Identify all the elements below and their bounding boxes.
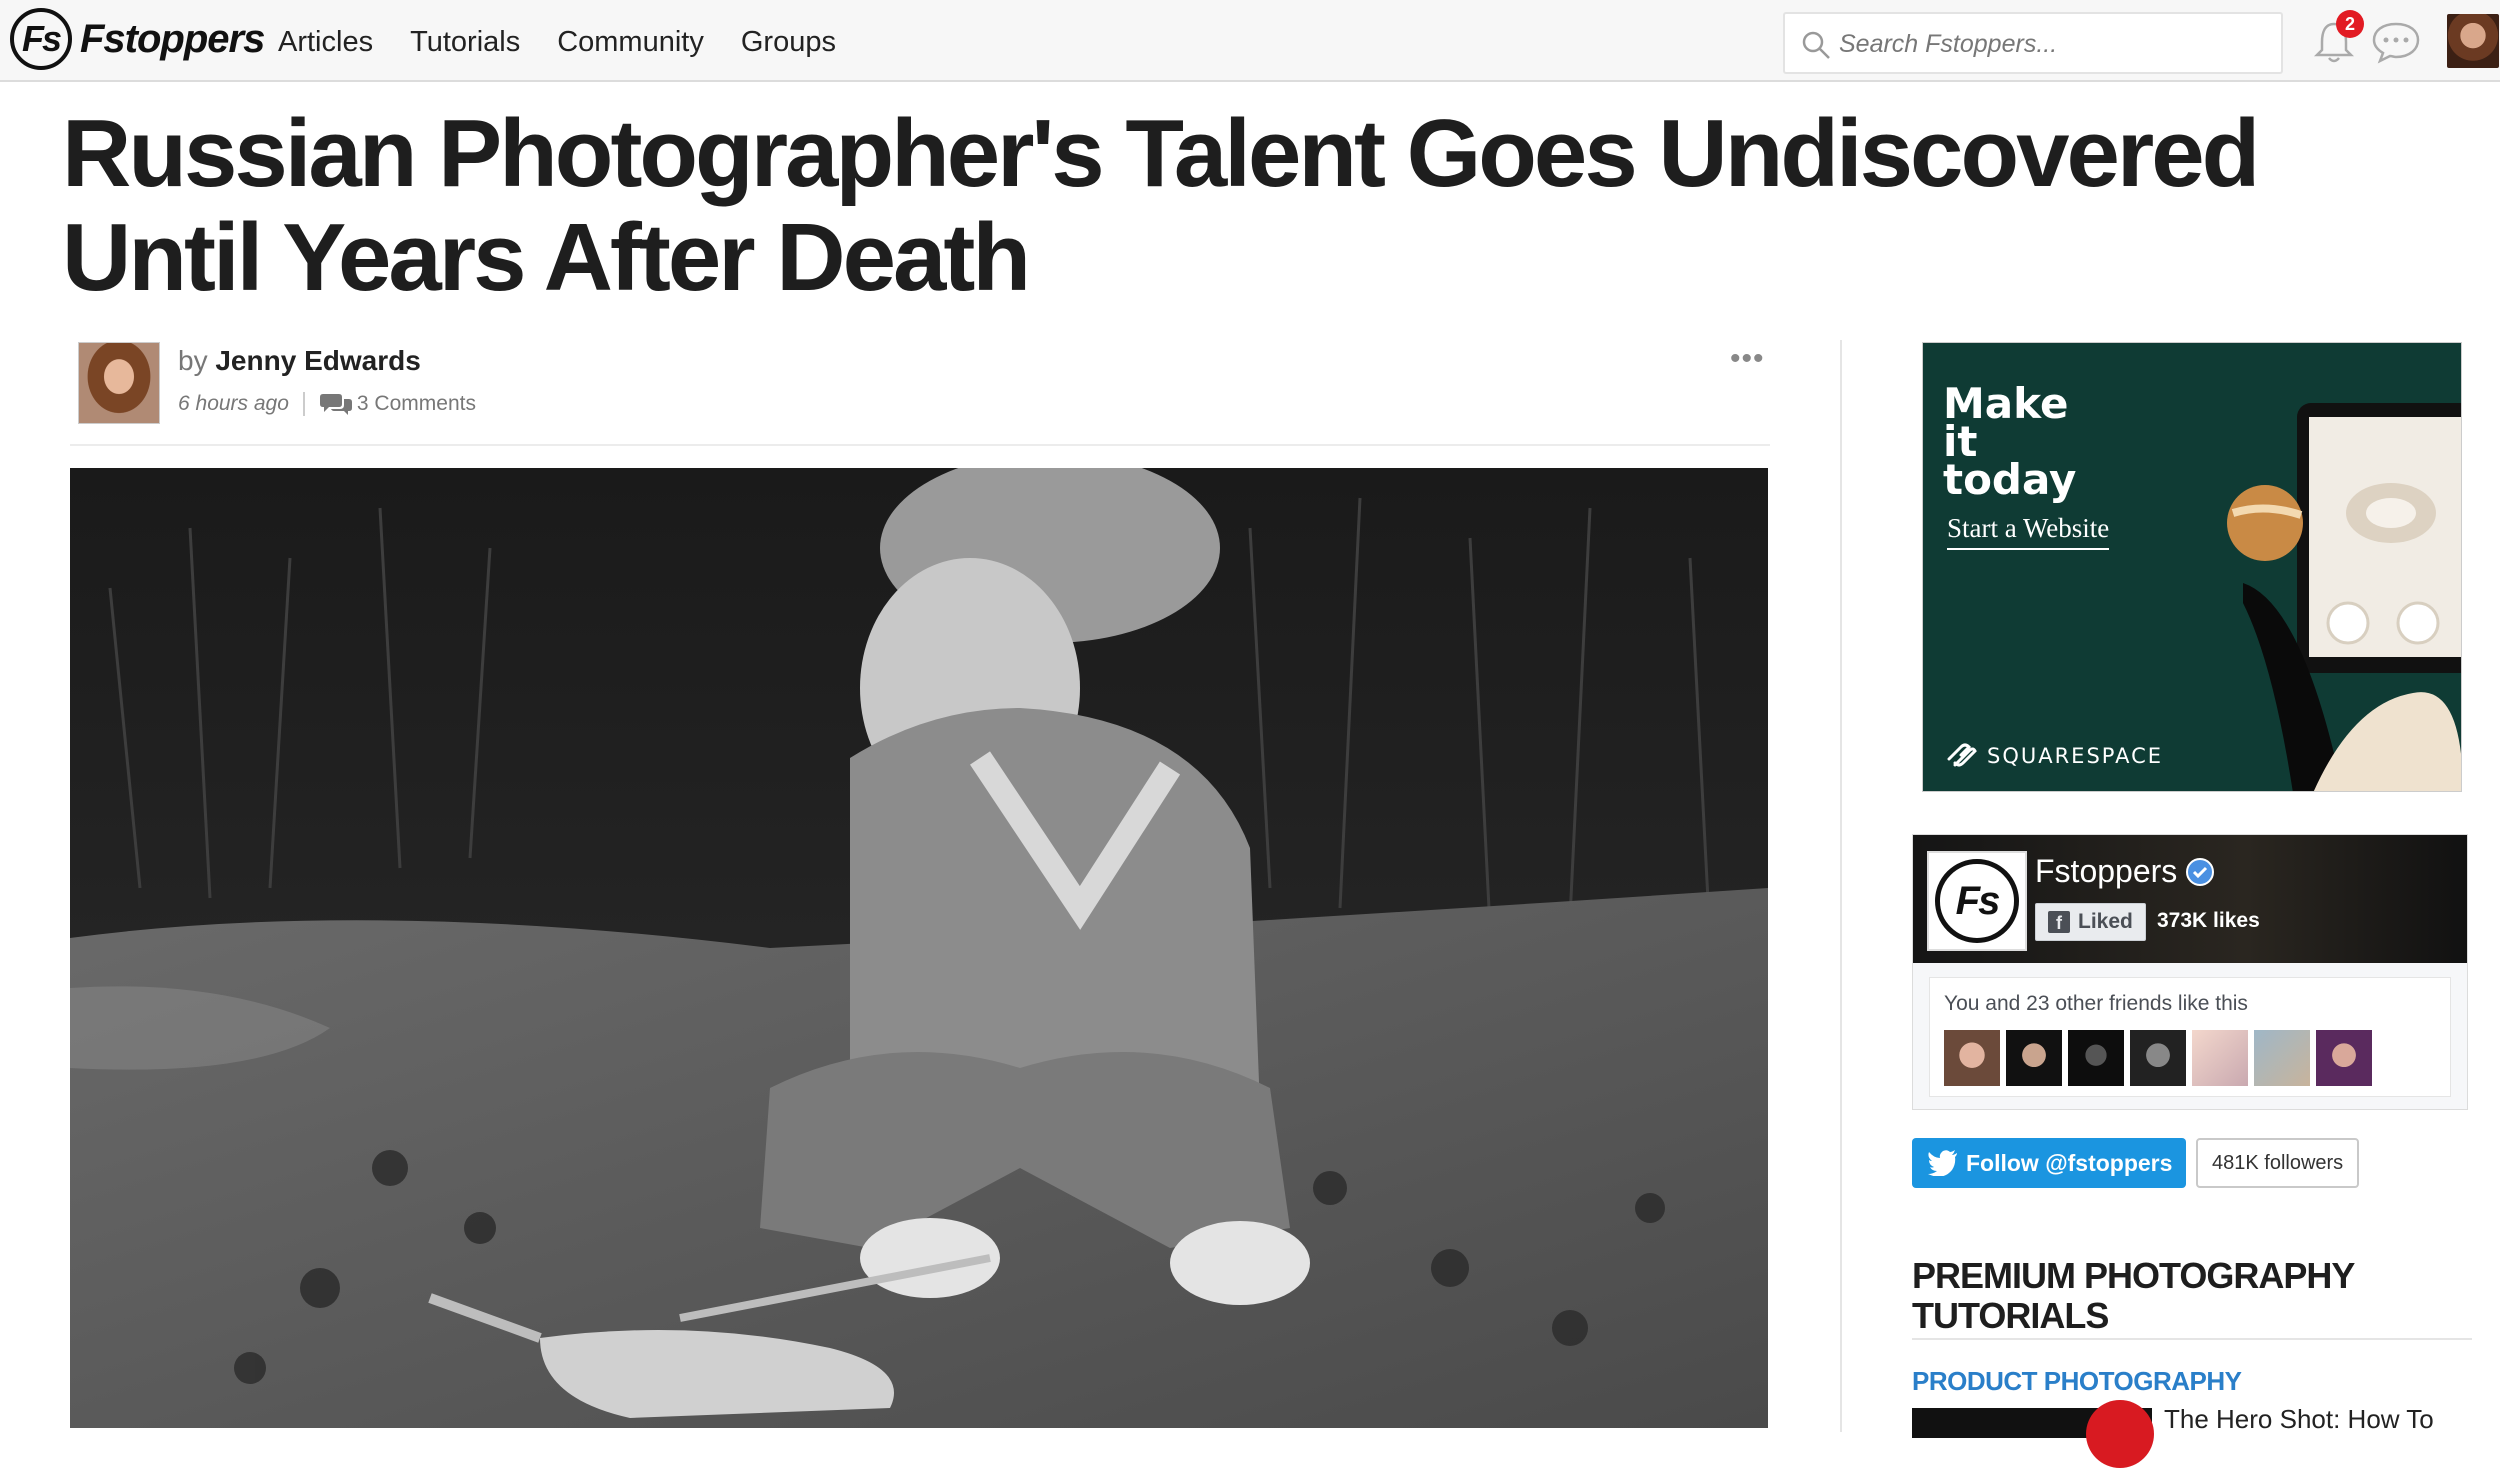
category-link-product-photography[interactable]: PRODUCT PHOTOGRAPHY — [1912, 1366, 2242, 1397]
premium-tutorials-heading: PREMIUM PHOTOGRAPHY TUTORIALS — [1912, 1255, 2355, 1336]
facebook-page-widget: Fs Fstoppers f Liked 373K likes You and … — [1912, 834, 2468, 1110]
chat-bubble-icon[interactable] — [2370, 20, 2422, 64]
fb-logo-mark: Fs — [1935, 859, 2019, 943]
by-label: by — [178, 345, 208, 376]
twitter-follow-button[interactable]: Follow @fstoppers — [1912, 1138, 2186, 1188]
ad-headline: Make it today — [1943, 379, 2077, 504]
facebook-liked-button[interactable]: f Liked — [2035, 903, 2146, 941]
friend-avatar[interactable] — [2254, 1030, 2310, 1086]
comments-link[interactable]: 3 Comments — [357, 392, 476, 416]
verified-check-icon — [2186, 857, 2215, 886]
friend-avatar[interactable] — [2068, 1030, 2124, 1086]
article-hero-image — [70, 468, 1768, 1428]
nav-item-tutorials[interactable]: Tutorials — [410, 26, 520, 59]
article-title: Russian Photographer's Talent Goes Undis… — [62, 100, 2260, 311]
ad-brand-name: SQUARESPACE — [1987, 744, 2164, 768]
article-meta: 6 hours ago 3 Comments — [178, 392, 476, 416]
twitter-follow-label: Follow @fstoppers — [1966, 1149, 2173, 1176]
fb-page-name-text: Fstoppers — [2035, 853, 2178, 889]
meta-divider — [302, 392, 305, 416]
notification-badge: 2 — [2336, 10, 2364, 38]
liked-label: Liked — [2078, 910, 2133, 933]
search-icon[interactable] — [1801, 30, 1831, 60]
ad-brand: SQUARESPACE — [1943, 741, 2163, 771]
friend-avatar[interactable] — [2316, 1030, 2372, 1086]
more-options-button[interactable]: ••• — [1730, 342, 1765, 376]
facebook-f-icon: f — [2048, 911, 2070, 933]
facebook-page-logo[interactable]: Fs — [1927, 851, 2027, 951]
author-name-link[interactable]: Jenny Edwards — [215, 345, 420, 376]
publish-time: 6 hours ago — [178, 392, 289, 415]
twitter-followers-count[interactable]: 481K followers — [2196, 1138, 2360, 1188]
column-divider — [1840, 340, 1842, 1432]
ad-cta-link[interactable]: Start a Website — [1947, 513, 2110, 550]
comments-icon[interactable] — [319, 392, 353, 416]
user-avatar[interactable] — [2447, 14, 2499, 68]
facebook-likes-count: 373K likes — [2157, 909, 2260, 932]
friend-avatar[interactable] — [2006, 1030, 2062, 1086]
friend-avatar[interactable] — [2192, 1030, 2248, 1086]
squarespace-ad[interactable]: Make it today Start a Website SQUARESPAC… — [1922, 342, 2462, 792]
squarespace-logo-icon — [1947, 743, 1977, 767]
twitter-bird-icon — [1928, 1150, 1957, 1176]
hero-photo-child-with-toy-helicopter — [70, 468, 1768, 1428]
friends-like-text: You and 23 other friends like this — [1944, 992, 2248, 1015]
logo-mark: Fs — [10, 8, 72, 70]
new-badge — [2086, 1400, 2154, 1468]
nav-item-articles[interactable]: Articles — [278, 26, 373, 59]
friend-avatar[interactable] — [1944, 1030, 2000, 1086]
facebook-cover[interactable]: Fs Fstoppers f Liked 373K likes — [1913, 835, 2467, 963]
facebook-friends-panel: You and 23 other friends like this — [1929, 977, 2451, 1097]
ad-product-illustration — [2227, 403, 2461, 791]
byline: by Jenny Edwards — [178, 345, 421, 377]
nav-item-groups[interactable]: Groups — [741, 26, 836, 59]
divider — [70, 444, 1770, 446]
site-logo[interactable]: Fs Fstoppers — [10, 8, 265, 70]
friend-avatar[interactable] — [2130, 1030, 2186, 1086]
search-box — [1783, 12, 2283, 74]
tutorial-title-link[interactable]: The Hero Shot: How To — [2164, 1404, 2434, 1435]
main-nav: Articles Tutorials Community Groups — [278, 26, 873, 59]
divider — [1912, 1338, 2472, 1340]
logo-text: Fstoppers — [80, 16, 265, 61]
friend-faces — [1944, 1030, 2378, 1086]
author-avatar[interactable] — [78, 342, 160, 424]
search-input[interactable] — [1839, 26, 2259, 62]
facebook-page-name[interactable]: Fstoppers — [2035, 853, 2215, 890]
nav-item-community[interactable]: Community — [557, 26, 704, 59]
top-navigation-bar: Fs Fstoppers Articles Tutorials Communit… — [0, 0, 2500, 82]
